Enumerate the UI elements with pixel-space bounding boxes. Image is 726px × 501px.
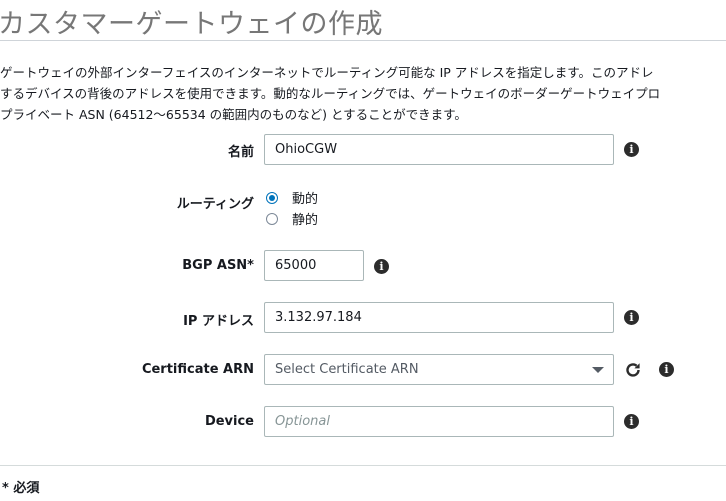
routing-label: ルーティング bbox=[176, 197, 254, 212]
routing-option-static[interactable]: 静的 bbox=[266, 209, 318, 228]
routing-option-dynamic[interactable]: 動的 bbox=[266, 188, 318, 207]
description-line-3: プライベート ASN (64512〜65534 の範囲内のものなど) とすること… bbox=[0, 107, 467, 122]
name-label: 名前 bbox=[227, 145, 254, 160]
page-title: カスタマーゲートウェイの作成 bbox=[0, 9, 383, 40]
footer-divider bbox=[0, 465, 726, 466]
certificate-arn-info-icon[interactable]: i bbox=[659, 362, 674, 377]
ip-address-label: IP アドレス bbox=[183, 314, 254, 329]
routing-option-static-label: 静的 bbox=[292, 213, 319, 228]
certificate-arn-label: Certificate ARN bbox=[141, 362, 254, 377]
page-description: ゲートウェイの外部インターフェイスのインターネットでルーティング可能な IP ア… bbox=[0, 62, 726, 125]
bgp-asn-value: 65000 bbox=[275, 258, 317, 273]
refresh-icon[interactable] bbox=[624, 361, 642, 379]
description-line-1: ゲートウェイの外部インターフェイスのインターネットでルーティング可能な IP ア… bbox=[0, 65, 654, 80]
bgp-asn-label: BGP ASN* bbox=[182, 258, 254, 273]
name-field[interactable]: OhioCGW bbox=[264, 134, 614, 165]
device-field[interactable]: Optional bbox=[264, 406, 614, 437]
create-customer-gateway-page: カスタマーゲートウェイの作成 ゲートウェイの外部インターフェイスのインターネット… bbox=[0, 0, 726, 501]
name-info-icon[interactable]: i bbox=[624, 142, 639, 157]
ip-address-info-icon[interactable]: i bbox=[624, 310, 639, 325]
device-info-icon[interactable]: i bbox=[624, 414, 639, 429]
device-placeholder: Optional bbox=[275, 414, 330, 429]
routing-option-dynamic-label: 動的 bbox=[292, 192, 319, 207]
ip-address-field[interactable]: 3.132.97.184 bbox=[264, 302, 614, 333]
bgp-asn-info-icon[interactable]: i bbox=[374, 259, 389, 274]
name-field-value: OhioCGW bbox=[275, 142, 338, 157]
title-divider bbox=[0, 40, 726, 41]
ip-address-value: 3.132.97.184 bbox=[275, 310, 362, 325]
device-label: Device bbox=[204, 414, 254, 429]
required-note: * 必須 bbox=[2, 481, 40, 496]
chevron-down-icon bbox=[592, 367, 604, 373]
bgp-asn-field[interactable]: 65000 bbox=[264, 250, 364, 281]
certificate-arn-select[interactable]: Select Certificate ARN bbox=[264, 354, 614, 385]
radio-dynamic[interactable] bbox=[266, 191, 278, 204]
radio-static[interactable] bbox=[266, 212, 278, 225]
certificate-arn-placeholder: Select Certificate ARN bbox=[275, 362, 419, 377]
description-line-2: するデバイスの背後のアドレスを使用できます。動的なルーティングでは、ゲートウェイ… bbox=[0, 86, 661, 101]
